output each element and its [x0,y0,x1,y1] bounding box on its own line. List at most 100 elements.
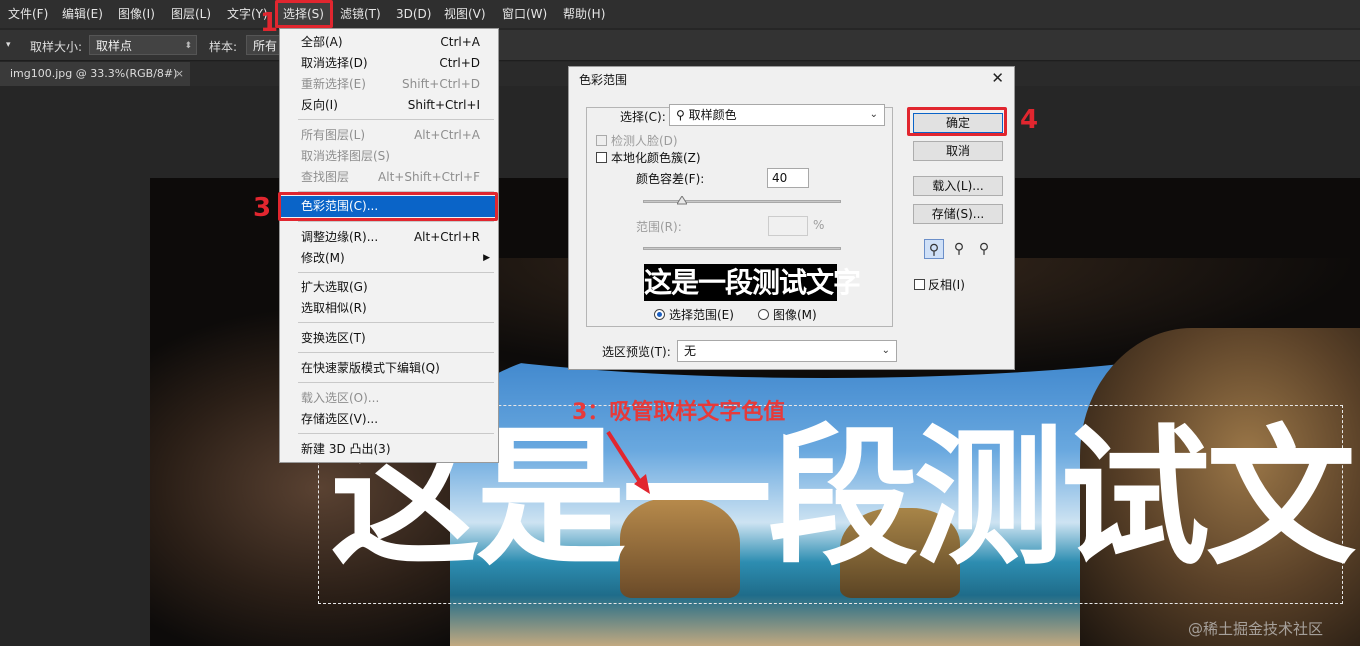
menu-item-label: 载入选区(O)... [301,391,380,405]
menu-item-all[interactable]: 全部(A) Ctrl+A [280,32,498,53]
document-tab[interactable]: img100.jpg @ 33.3%(RGB/8#) × [0,62,190,86]
menu-item-label: 新建 3D 凸出(3) [301,442,391,456]
menu-item-label: 查找图层 [301,170,350,184]
menu-item-load-selection[interactable]: 载入选区(O)... [280,388,498,409]
menu-item-label: 所有图层(L) [301,128,366,142]
radio-image[interactable] [758,309,769,320]
detect-faces-checkbox[interactable] [596,135,607,146]
sample-size-label: 取样大小: [30,40,83,54]
submenu-arrow-icon: ▶ [483,253,490,263]
menu-item-shortcut: Shift+Ctrl+D [402,77,480,91]
menu-separator [298,382,494,383]
localized-clusters-label: 本地化颜色簇(Z) [611,151,701,165]
menu-item-transform-selection[interactable]: 变换选区(T) [280,328,498,349]
step-number-4: 4 [1020,105,1039,135]
invert-label: 反相(I) [928,278,965,292]
options-bar: ▾ 取样大小: 取样点 ⬍ 样本: 所有图 [0,30,1360,61]
fuzziness-input[interactable]: 40 [767,168,809,188]
menu-filter[interactable]: 滤镜(T) [334,0,387,28]
sample-size-select[interactable]: 取样点 ⬍ [89,35,197,55]
menu-item-shortcut: Ctrl+A [440,35,480,49]
chevron-updown-icon: ⬍ [184,41,192,51]
range-slider-track[interactable] [643,247,841,250]
menu-item-reselect[interactable]: 重新选择(E) Shift+Ctrl+D [280,74,498,95]
menu-item-refine-edge[interactable]: 调整边缘(R)... Alt+Ctrl+R [280,227,498,248]
invert-checkbox[interactable] [914,279,925,290]
menu-file[interactable]: 文件(F) [2,0,54,28]
menu-item-shortcut: Ctrl+D [439,56,480,70]
detect-faces-label: 检测人脸(D) [611,134,678,148]
menu-separator [298,352,494,353]
save-button[interactable]: 存储(S)... [913,204,1003,224]
select-dropdown-menu: 全部(A) Ctrl+A 取消选择(D) Ctrl+D 重新选择(E) Shift+C… [279,28,499,463]
dialog-title: 色彩范围 [579,73,628,87]
load-button[interactable]: 载入(L)... [913,176,1003,196]
range-input[interactable] [768,216,808,236]
menu-separator [298,433,494,434]
selection-preview-label: 选区预览(T): [602,345,671,359]
menu-item-modify[interactable]: 修改(M) ▶ [280,248,498,269]
slider-thumb-icon[interactable] [677,196,687,205]
eyedropper-minus-icon[interactable]: ⚲ [974,239,994,259]
menu-item-label: 重新选择(E) [301,77,366,91]
menu-item-inverse[interactable]: 反向(I) Shift+Ctrl+I [280,95,498,116]
menu-separator [298,272,494,273]
menu-item-shortcut: Alt+Ctrl+R [413,230,480,244]
select-combo[interactable]: ⚲ 取样颜色 ⌄ [669,104,885,126]
annotation-label: 3：吸管取样文字色值 [572,400,786,425]
fuzziness-label: 颜色容差(F): [636,172,705,186]
menu-item-similar[interactable]: 选取相似(R) [280,298,498,319]
eyedropper-plus-icon[interactable]: ⚲ [949,239,969,259]
range-label: 范围(R): [636,220,682,234]
menu-item-label: 扩大选取(G) [301,280,368,294]
step-number-3: 3 [253,193,272,223]
menu-view[interactable]: 视图(V) [438,0,492,28]
menu-item-label: 取消选择(D) [301,56,368,70]
menu-item-label: 修改(M) [301,251,345,265]
menu-item-all-layers[interactable]: 所有图层(L) Alt+Ctrl+A [280,125,498,146]
highlight-box-color-range [278,192,498,221]
menu-help[interactable]: 帮助(H) [557,0,611,28]
menu-item-deselect[interactable]: 取消选择(D) Ctrl+D [280,53,498,74]
close-icon[interactable]: ✕ [991,69,1004,87]
radio-selection[interactable] [654,309,665,320]
fuzziness-slider-track[interactable] [643,200,841,203]
menu-image[interactable]: 图像(I) [112,0,161,28]
menu-item-save-selection[interactable]: 存储选区(V)... [280,409,498,430]
menu-edit[interactable]: 编辑(E) [56,0,109,28]
close-icon[interactable]: × [175,62,184,86]
selection-preview-combo[interactable]: 无 ⌄ [677,340,897,362]
menu-separator [298,119,494,120]
sample-value: 所有图 [253,39,278,53]
menu-item-shortcut: Shift+Ctrl+I [407,98,480,112]
menu-item-find-layers[interactable]: 查找图层 Alt+Shift+Ctrl+F [280,167,498,188]
select-combo-value: 取样颜色 [688,108,737,122]
sample-label: 样本: [209,40,238,54]
menu-window[interactable]: 窗口(W) [496,0,553,28]
selection-preview-image: 这是一段测试文字 [644,264,861,301]
menu-3d[interactable]: 3D(D) [390,0,437,28]
tool-preset-chevron-icon[interactable]: ▾ [6,40,11,50]
menu-item-deselect-layers[interactable]: 取消选择图层(S) [280,146,498,167]
sample-size-value: 取样点 [96,39,133,53]
menu-layer[interactable]: 图层(L) [165,0,217,28]
localized-clusters-checkbox[interactable] [596,152,607,163]
select-label: 选择(C): [620,110,666,124]
watermark: @稀土掘金技术社区 [1188,620,1324,638]
selection-preview-value: 无 [684,344,697,358]
menu-item-new-3d-extrusion[interactable]: 新建 3D 凸出(3) [280,439,498,460]
range-unit: % [813,218,825,232]
menu-item-shortcut: Alt+Shift+Ctrl+F [378,170,480,184]
menu-item-label: 反向(I) [301,98,338,112]
chevron-down-icon: ⌄ [881,345,890,356]
eyedropper-icon[interactable]: ⚲ [924,239,944,259]
menu-item-label: 在快速蒙版模式下编辑(Q) [301,361,440,375]
cancel-button[interactable]: 取消 [913,141,1003,161]
menu-item-shortcut: Alt+Ctrl+A [414,128,480,142]
step-number-1: 1 [260,8,279,38]
menu-item-grow[interactable]: 扩大选取(G) [280,277,498,298]
radio-image-label: 图像(M) [773,308,817,322]
menu-item-label: 存储选区(V)... [301,412,379,426]
chevron-down-icon: ⌄ [869,109,878,120]
menu-item-quick-mask[interactable]: 在快速蒙版模式下编辑(Q) [280,358,498,379]
